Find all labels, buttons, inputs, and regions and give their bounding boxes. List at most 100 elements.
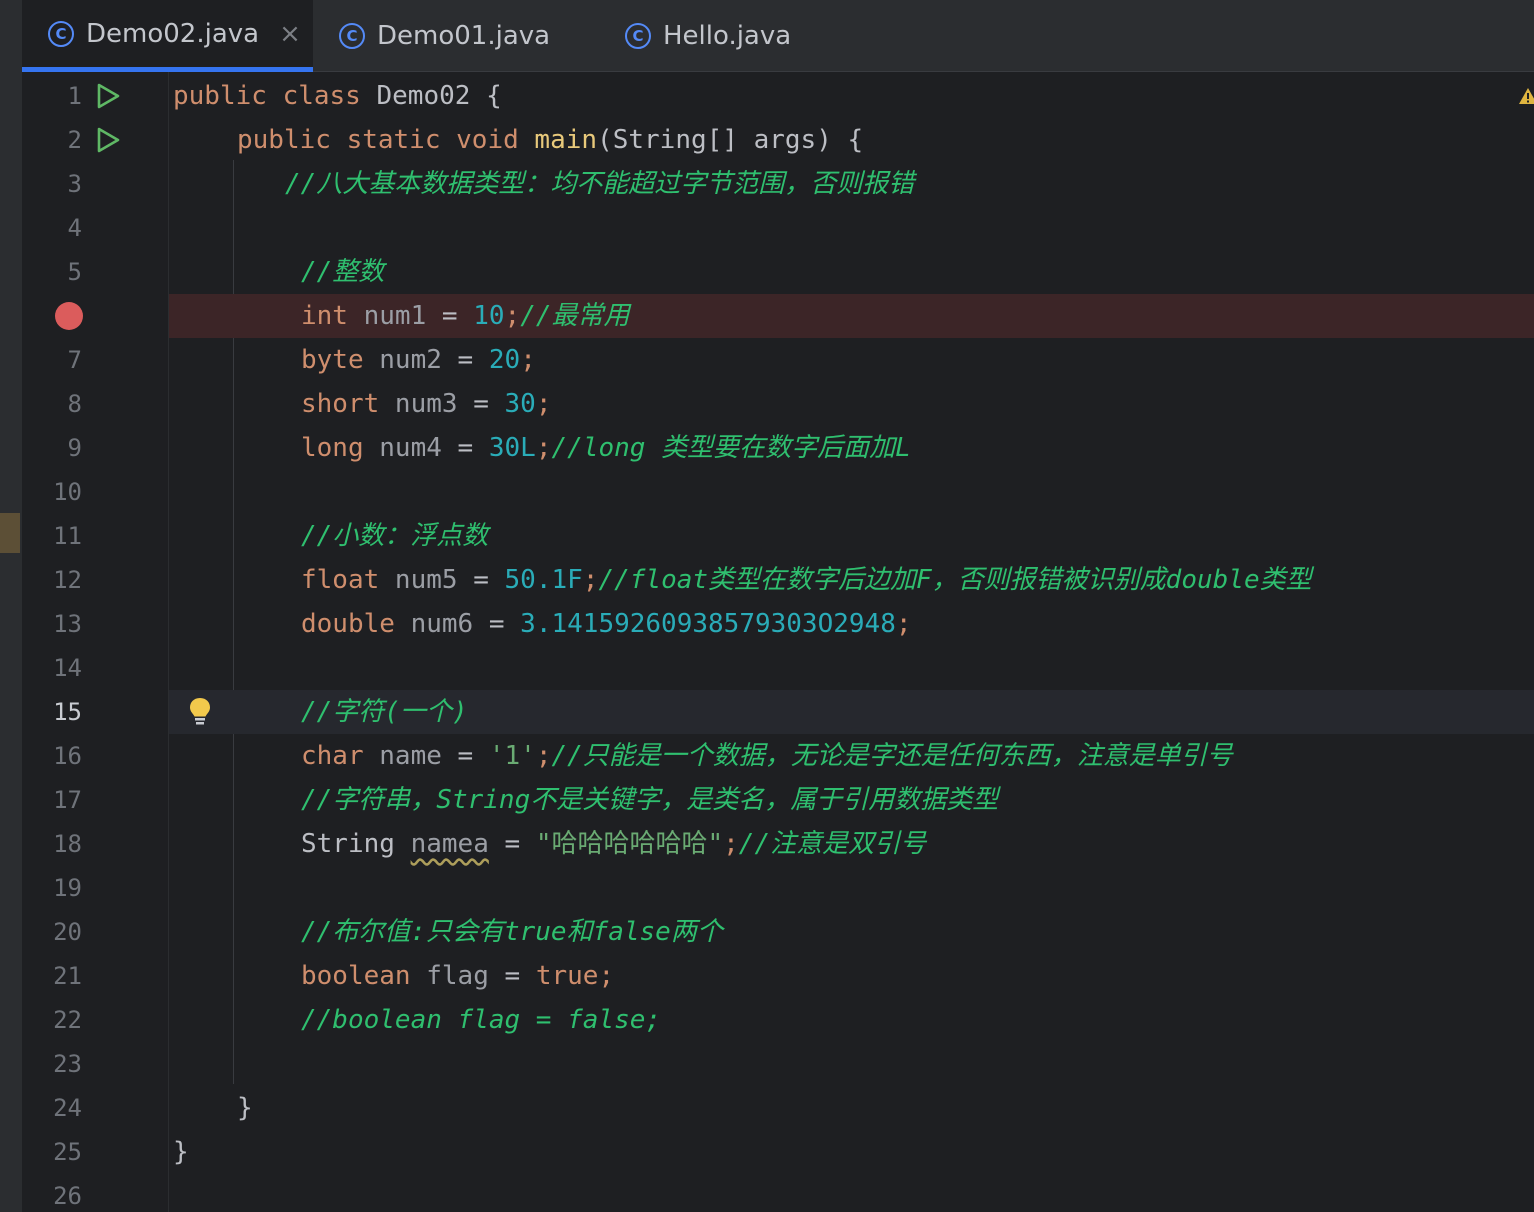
code-line[interactable]: 16 char name = '1';//只能是一个数据，无论是字还是任何东西，注… (22, 734, 1534, 778)
code-token: boolean (301, 961, 427, 991)
code-line-area (169, 1086, 1534, 1130)
code-token: flag (426, 961, 489, 991)
run-icon[interactable] (94, 126, 122, 154)
code-text: //字符串，String不是关键字，是类名，属于引用数据类型 (301, 778, 998, 822)
code-token: = (426, 301, 474, 331)
code-line[interactable]: 13 double num6 = 3.14159260938579303O2948… (22, 602, 1534, 646)
code-line[interactable]: 3 //八大基本数据类型：均不能超过字节范围，否则报错 (22, 162, 1534, 206)
code-token: 3.14159260938579303O2948 (520, 609, 896, 639)
code-line[interactable]: 20 //布尔值:只会有true和false两个 (22, 910, 1534, 954)
code-line[interactable]: 14 (22, 646, 1534, 690)
code-line[interactable]: 17 //字符串，String不是关键字，是类名，属于引用数据类型 (22, 778, 1534, 822)
line-number[interactable]: 21 (22, 954, 82, 998)
code-text: char name = '1';//只能是一个数据，无论是字还是任何东西，注意是… (301, 734, 1233, 778)
code-token: name (379, 741, 442, 771)
code-text: //八大基本数据类型：均不能超过字节范围，否则报错 (285, 162, 914, 206)
code-token: char (301, 741, 380, 771)
line-number[interactable]: 12 (22, 558, 82, 602)
line-number[interactable]: 10 (22, 470, 82, 514)
code-token: 20 (488, 345, 521, 375)
line-number[interactable]: 14 (22, 646, 82, 690)
line-number[interactable]: 19 (22, 866, 82, 910)
code-token: main (534, 125, 598, 155)
line-number[interactable]: 22 (22, 998, 82, 1042)
code-text: public static void main(String[] args) { (237, 118, 863, 162)
code-token: = (488, 961, 536, 991)
code-line[interactable]: 15 //字符(一个) (22, 690, 1534, 734)
code-line[interactable]: 18 String namea = "哈哈哈哈哈哈";//注意是双引号 (22, 822, 1534, 866)
code-token: = (488, 829, 536, 859)
class-icon: C (339, 23, 365, 49)
code-line[interactable]: 21 boolean flag = true; (22, 954, 1534, 998)
code-line[interactable]: int num1 = 10;//最常用 (22, 294, 1534, 338)
line-number[interactable]: 15 (22, 690, 82, 734)
line-number[interactable]: 9 (22, 426, 82, 470)
code-text: byte num2 = 20; (301, 338, 536, 382)
line-number[interactable]: 26 (22, 1174, 82, 1212)
code-line[interactable]: 12 float num5 = 50.1F;//float类型在数字后边加F，否则… (22, 558, 1534, 602)
line-number[interactable]: 7 (22, 338, 82, 382)
line-number[interactable]: 2 (22, 118, 82, 162)
line-number[interactable]: 1 (22, 74, 82, 118)
class-icon: C (625, 23, 651, 49)
code-token: ; (535, 389, 552, 419)
code-line[interactable]: 26 (22, 1174, 1534, 1212)
line-number[interactable]: 11 (22, 514, 82, 558)
line-number[interactable]: 8 (22, 382, 82, 426)
code-line[interactable]: 22 //boolean flag = false; (22, 998, 1534, 1042)
code-token: ; (895, 609, 912, 639)
code-line[interactable]: 23 (22, 1042, 1534, 1086)
code-text: //布尔值:只会有true和false两个 (301, 910, 723, 954)
breakpoint-icon[interactable] (55, 302, 83, 330)
code-token: 30 (504, 389, 536, 419)
line-number[interactable]: 25 (22, 1130, 82, 1174)
code-line[interactable]: 9 long num4 = 30L;//long 类型要在数字后面加L (22, 426, 1534, 470)
code-line[interactable]: 4 (22, 206, 1534, 250)
code-line[interactable]: 7 byte num2 = 20; (22, 338, 1534, 382)
code-line[interactable]: 24} (22, 1086, 1534, 1130)
tab-hello-java[interactable]: C Hello.java (599, 0, 839, 72)
code-token: '1' (488, 741, 536, 771)
code-token: = (457, 565, 505, 595)
code-line[interactable]: 8 short num3 = 30; (22, 382, 1534, 426)
code-token: long (301, 433, 380, 463)
line-number[interactable]: 24 (22, 1086, 82, 1130)
code-line[interactable]: 5 //整数 (22, 250, 1534, 294)
code-token: "哈哈哈哈哈哈" (535, 829, 724, 859)
code-token: = (441, 433, 489, 463)
intention-bulb-icon[interactable] (188, 697, 212, 727)
line-number[interactable]: 23 (22, 1042, 82, 1086)
strip-marker[interactable] (0, 513, 20, 553)
code-token: double (301, 609, 411, 639)
code-text: //小数：浮点数 (301, 514, 488, 558)
line-number[interactable]: 3 (22, 162, 82, 206)
code-line[interactable]: 19 (22, 866, 1534, 910)
line-number[interactable]: 5 (22, 250, 82, 294)
class-icon: C (48, 20, 74, 47)
line-number[interactable]: 20 (22, 910, 82, 954)
code-line[interactable]: 2 public static void main(String[] args) … (22, 118, 1534, 162)
line-number[interactable]: 4 (22, 206, 82, 250)
run-icon[interactable] (94, 82, 122, 110)
tab-label: Demo02.java (86, 18, 260, 49)
line-number[interactable]: 13 (22, 602, 82, 646)
code-line[interactable]: 25} (22, 1130, 1534, 1174)
line-number[interactable]: 17 (22, 778, 82, 822)
code-token: } (173, 1137, 189, 1167)
code-line[interactable]: 10 (22, 470, 1534, 514)
tab-demo02-java[interactable]: C Demo02.java × (22, 0, 313, 72)
code-token: ; (535, 741, 552, 771)
line-number[interactable]: 16 (22, 734, 82, 778)
ide-window: C Demo02.java × C Demo01.java C Hello.java 1 pu… (0, 0, 1534, 1212)
code-token: true; (535, 961, 615, 991)
code-editor[interactable]: 1 public class Demo02 {2 public static voi… (22, 72, 1534, 1212)
code-token: = (441, 345, 489, 375)
code-token: = (457, 389, 505, 419)
line-number[interactable]: 18 (22, 822, 82, 866)
tab-demo01-java[interactable]: C Demo01.java (313, 0, 599, 72)
tool-window-strip (0, 0, 22, 1212)
code-line[interactable]: 11 //小数：浮点数 (22, 514, 1534, 558)
code-line[interactable]: 1 public class Demo02 { (22, 74, 1534, 118)
close-tab-icon[interactable]: × (279, 19, 301, 49)
code-line-area (169, 470, 1534, 514)
